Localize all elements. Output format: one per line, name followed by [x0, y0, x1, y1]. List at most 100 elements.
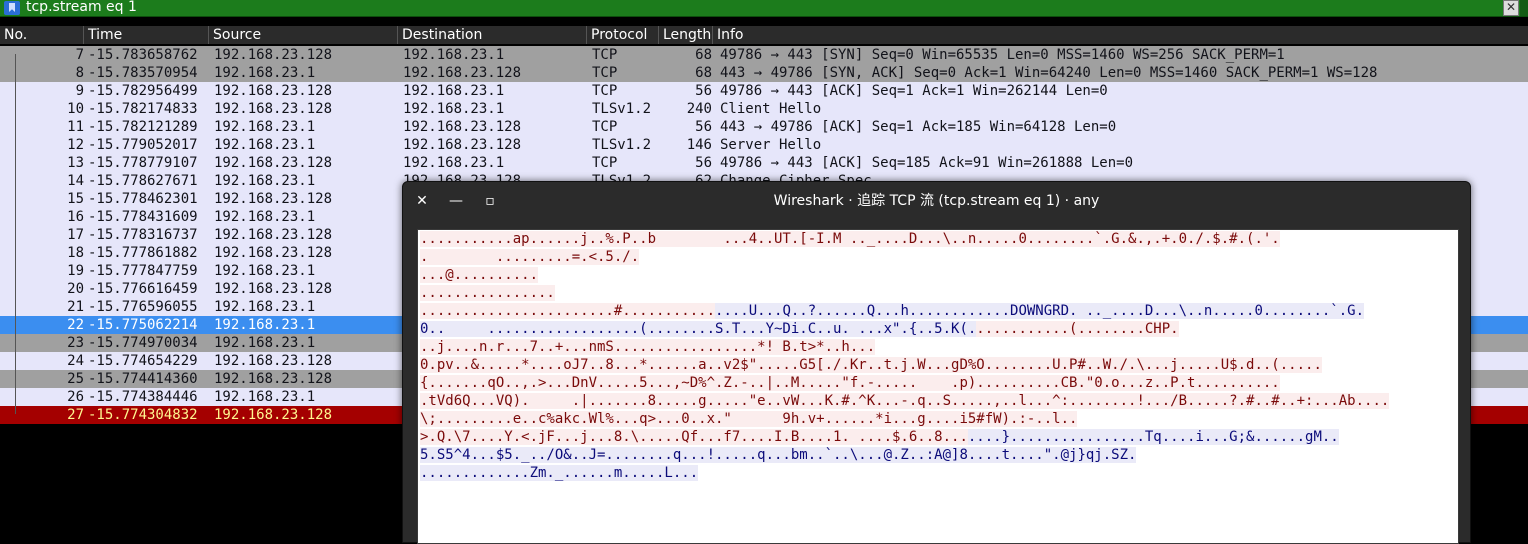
minimize-icon[interactable]: — — [447, 192, 465, 210]
packet-number: 11 — [67, 119, 84, 135]
packet-info: 49786 → 443 [ACK] Seq=1 Ack=1 Win=262144… — [720, 83, 1108, 99]
packet-source: 192.168.23.128 — [214, 281, 333, 297]
packet-source: 192.168.23.128 — [214, 101, 333, 117]
packet-source: 192.168.23.1 — [214, 317, 316, 333]
dialog-titlebar[interactable]: Wireshark · 追踪 TCP 流 (tcp.stream eq 1) ·… — [403, 182, 1470, 220]
packet-length: 240 — [686, 101, 712, 117]
stream-line: 5.S5^4...$5._../O&..J=........q...!.....… — [420, 446, 1137, 464]
stream-line: .......................#...............U… — [420, 302, 1365, 320]
packet-number: 20 — [67, 281, 84, 297]
client-data: >.Q.\7....Y.<.jF...j...8.\.....Qf...f7..… — [420, 429, 968, 445]
packet-protocol: TLSv1.2 — [592, 101, 652, 117]
maximize-icon[interactable]: ▫ — [481, 192, 499, 210]
column-header-length[interactable]: Length — [659, 26, 713, 44]
packet-time: -15.777861882 — [88, 245, 198, 261]
display-filter-bar[interactable]: tcp.stream eq 1 ✕ — [0, 0, 1528, 17]
packet-row[interactable]: 12 -15.779052017 192.168.23.1 192.168.23.12… — [0, 136, 1528, 154]
packet-number: 12 — [67, 137, 84, 153]
bookmark-icon[interactable] — [4, 1, 20, 15]
packet-row[interactable]: 8 -15.783570954 192.168.23.1 192.168.23.128… — [0, 64, 1528, 82]
packet-protocol: TLSv1.2 — [592, 137, 652, 153]
stream-line: >.Q.\7....Y.<.jF...j...8.\.....Qf...f7..… — [420, 428, 1339, 446]
packet-source: 192.168.23.128 — [214, 371, 333, 387]
packet-number: 10 — [67, 101, 84, 117]
packet-time: -15.774970034 — [88, 335, 198, 351]
packet-source: 192.168.23.128 — [214, 191, 333, 207]
packet-number: 18 — [67, 245, 84, 261]
packet-row[interactable]: 9 -15.782956499 192.168.23.128 192.168.23.1… — [0, 82, 1528, 100]
client-data: {.......qO..,.>...DnV.....5...,~D%^.Z.-.… — [420, 375, 1280, 391]
column-header-info[interactable]: Info — [713, 26, 1528, 44]
column-header-protocol[interactable]: Protocol — [587, 26, 659, 44]
packet-time: -15.782174833 — [88, 101, 198, 117]
packet-info: 49786 → 443 [ACK] Seq=185 Ack=91 Win=261… — [720, 155, 1134, 171]
packet-destination: 192.168.23.1 — [403, 101, 505, 117]
packet-source: 192.168.23.1 — [214, 119, 316, 135]
packet-time: -15.774414360 — [88, 371, 198, 387]
packet-row[interactable]: 13 -15.778779107 192.168.23.128 192.168.23.… — [0, 154, 1528, 172]
packet-length: 68 — [695, 47, 712, 63]
clear-filter-icon[interactable]: ✕ — [1503, 0, 1519, 16]
packet-source: 192.168.23.1 — [214, 209, 316, 225]
stream-line: .tVd6Q...VQ). .|.......8.....g....."e..v… — [420, 392, 1390, 410]
packet-protocol: TCP — [592, 119, 618, 135]
column-header-time[interactable]: Time — [84, 26, 209, 44]
packet-number: 23 — [67, 335, 84, 351]
client-data: ...........(........CHP. — [976, 321, 1179, 337]
packet-time: -15.778627671 — [88, 173, 198, 189]
packet-source: 192.168.23.1 — [214, 65, 316, 81]
client-data: ..j....n.r...7..+...nmS.................… — [420, 339, 876, 355]
packet-number: 19 — [67, 263, 84, 279]
packet-number: 26 — [67, 389, 84, 405]
packet-row[interactable]: 11 -15.782121289 192.168.23.1 192.168.23.12… — [0, 118, 1528, 136]
packet-source: 192.168.23.128 — [214, 353, 333, 369]
client-data: ...@.......... — [420, 267, 539, 283]
packet-row[interactable]: 10 -15.782174833 192.168.23.128 192.168.23.… — [0, 100, 1528, 118]
packet-number: 25 — [67, 371, 84, 387]
column-header-no[interactable]: No. — [0, 26, 84, 44]
client-data: . .........=.<.5./. — [420, 249, 640, 265]
filter-dropdown-button[interactable] — [1520, 0, 1528, 16]
stream-line: . .........=.<.5./. — [420, 248, 640, 266]
packet-number: 24 — [67, 353, 84, 369]
packet-number: 13 — [67, 155, 84, 171]
packet-time: -15.777847759 — [88, 263, 198, 279]
packet-length: 68 — [695, 65, 712, 81]
packet-source: 192.168.23.1 — [214, 137, 316, 153]
packet-row[interactable]: 7 -15.783658762 192.168.23.128 192.168.23.1… — [0, 46, 1528, 64]
close-icon[interactable]: ✕ — [413, 192, 431, 210]
packet-time: -15.776616459 — [88, 281, 198, 297]
packet-source: 192.168.23.128 — [214, 155, 333, 171]
display-filter-input[interactable]: tcp.stream eq 1 — [26, 0, 137, 16]
packet-source: 192.168.23.128 — [214, 227, 333, 243]
packet-source: 192.168.23.1 — [214, 299, 316, 315]
stream-line: ................ — [420, 284, 555, 302]
packet-time: -15.783658762 — [88, 47, 198, 63]
column-header-destination[interactable]: Destination — [398, 26, 587, 44]
packet-destination: 192.168.23.1 — [403, 83, 505, 99]
packet-time: -15.782956499 — [88, 83, 198, 99]
packet-protocol: TCP — [592, 47, 618, 63]
packet-number: 8 — [75, 65, 84, 81]
packet-destination: 192.168.23.128 — [403, 119, 522, 135]
stream-line: .............Zm._......m.....L... — [420, 464, 699, 482]
packet-length: 146 — [686, 137, 712, 153]
packet-number: 22 — [67, 317, 84, 333]
packet-time: -15.783570954 — [88, 65, 198, 81]
packet-info: 443 → 49786 [SYN, ACK] Seq=0 Ack=1 Win=6… — [720, 65, 1378, 81]
packet-destination: 192.168.23.128 — [403, 137, 522, 153]
packet-number: 21 — [67, 299, 84, 315]
column-header-source[interactable]: Source — [209, 26, 398, 44]
packet-time: -15.778462301 — [88, 191, 198, 207]
packet-source: 192.168.23.1 — [214, 263, 316, 279]
stream-content-text[interactable]: ...........ap......j..%.P..b ...4..UT.[-… — [417, 229, 1459, 544]
dialog-title: Wireshark · 追踪 TCP 流 (tcp.stream eq 1) ·… — [773, 193, 1100, 209]
packet-time: -15.776596055 — [88, 299, 198, 315]
packet-time: -15.782121289 — [88, 119, 198, 135]
follow-tcp-stream-dialog: Wireshark · 追踪 TCP 流 (tcp.stream eq 1) ·… — [402, 181, 1471, 544]
server-data: ....}................Tq....i...G;&......… — [967, 429, 1339, 445]
stream-line: {.......qO..,.>...DnV.....5...,~D%^.Z.-.… — [420, 374, 1280, 392]
packet-destination: 192.168.23.1 — [403, 155, 505, 171]
packet-list-header: No. Time Source Destination Protocol Len… — [0, 26, 1528, 44]
packet-time: -15.778779107 — [88, 155, 198, 171]
